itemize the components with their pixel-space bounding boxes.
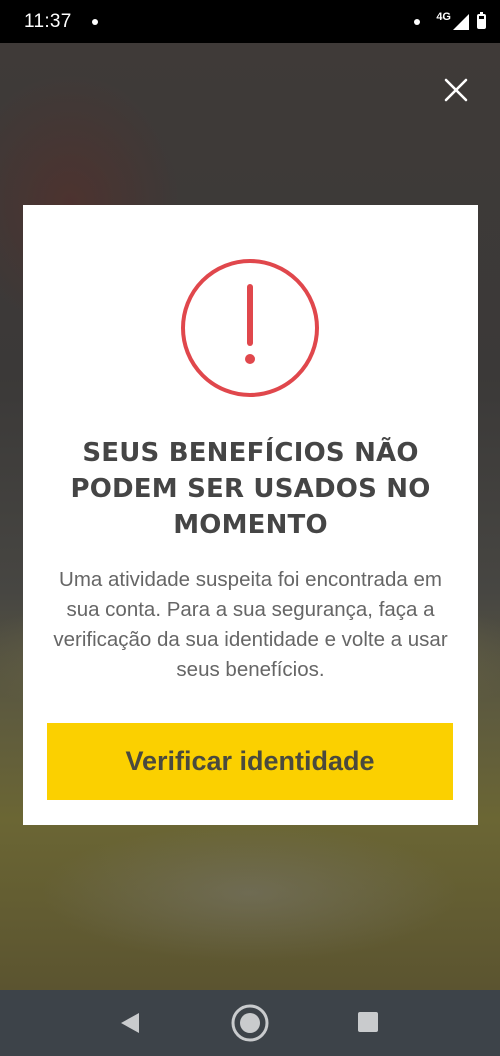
exclamation-circle-icon bbox=[181, 259, 319, 397]
back-button[interactable] bbox=[116, 1009, 144, 1037]
home-circle-icon bbox=[231, 1004, 269, 1042]
notification-dot-icon bbox=[414, 18, 421, 25]
network-type-label: 4G bbox=[436, 10, 451, 23]
close-icon bbox=[444, 78, 468, 102]
recents-button[interactable] bbox=[356, 1010, 380, 1034]
recents-square-icon bbox=[358, 1012, 378, 1032]
home-button[interactable] bbox=[230, 1003, 270, 1043]
dialog-message: Uma atividade suspeita foi encontrada em… bbox=[53, 568, 448, 681]
dialog-title: SEUS BENEFÍCIOS NÃO PODEM SER USADOS NO … bbox=[70, 438, 431, 540]
verify-identity-button[interactable]: Verificar identidade bbox=[47, 723, 453, 800]
back-triangle-icon bbox=[121, 1013, 139, 1033]
alert-dialog: SEUS BENEFÍCIOS NÃO PODEM SER USADOS NO … bbox=[23, 205, 478, 825]
navigation-bar bbox=[0, 990, 500, 1056]
signal-icon bbox=[453, 13, 469, 30]
notification-dot-icon bbox=[91, 18, 98, 25]
battery-icon bbox=[477, 12, 486, 29]
background-blur-shape bbox=[40, 823, 460, 963]
close-button[interactable] bbox=[440, 74, 472, 106]
status-icons: 4G bbox=[414, 10, 486, 30]
status-bar: 11:37 4G bbox=[0, 0, 500, 43]
status-time: 11:37 bbox=[24, 10, 72, 32]
